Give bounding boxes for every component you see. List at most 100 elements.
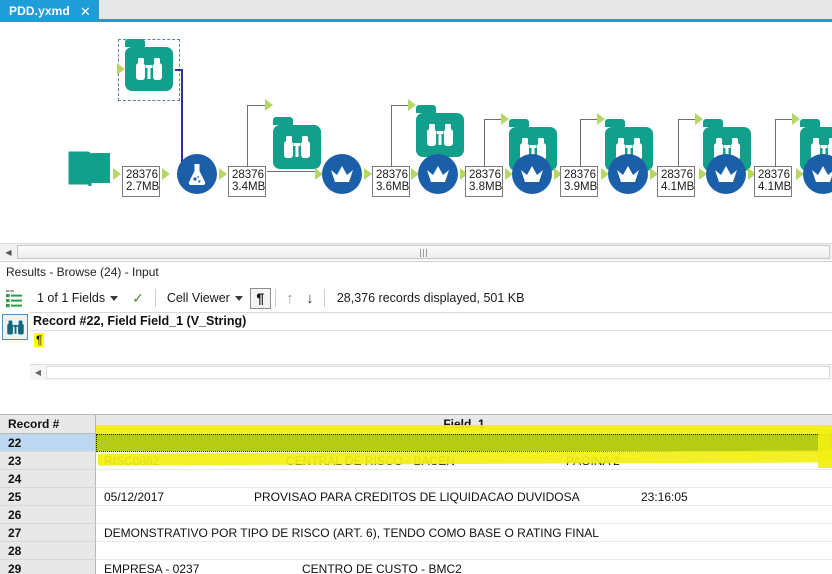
view-mode-dropdown[interactable]: Cell Viewer — [160, 286, 250, 310]
connection-wire-7b — [678, 119, 696, 120]
data-cleansing-tool-6[interactable] — [803, 154, 832, 194]
data-cleansing-tool-2[interactable] — [418, 154, 458, 194]
fields-dropdown[interactable]: 1 of 1 Fields — [30, 286, 125, 310]
scrollbar-grip[interactable] — [419, 249, 428, 257]
toolbar-divider — [154, 289, 156, 307]
workflow-tab[interactable]: PDD.yxmd ✕ — [0, 0, 99, 22]
results-panel-title: Results - Browse (24) - Input — [0, 262, 832, 282]
flask-icon — [188, 164, 206, 186]
connector-chevron-1 — [162, 168, 170, 180]
cell-text-segment: RISC0882 — [104, 453, 160, 468]
cleansing-icon — [715, 166, 737, 182]
cell-text-segment: PROVISAO PARA CREDITOS DE LIQUIDACAO DUV… — [254, 489, 580, 504]
browse-tool-2[interactable] — [273, 117, 321, 173]
results-browse-icon[interactable] — [2, 314, 28, 340]
row-record-number: 26 — [0, 506, 96, 524]
column-header-record[interactable]: Record # — [0, 415, 96, 433]
connection-wire-7 — [678, 119, 679, 167]
data-investigation-tool[interactable] — [177, 154, 217, 194]
scrollbar-track[interactable] — [17, 245, 830, 259]
workflow-canvas[interactable]: 28376 2.7MB 28376 3.4MB 28376 3.6MB 2837… — [0, 25, 832, 241]
row-record-number: 22 — [0, 434, 96, 452]
record-count-value: 28376 — [126, 169, 158, 181]
table-row[interactable]: 29 EMPRESA - 0237 CENTRO DE CUSTO - BMC2 — [0, 560, 832, 574]
workflow-tab-label: PDD.yxmd — [9, 4, 70, 18]
results-grid[interactable]: Record # Field_1 22 23 RISC0882 CENTRAL DE … — [0, 414, 832, 574]
cell-text-segment: CENTRO DE CUSTO - BMC2 — [302, 561, 462, 574]
record-size-value: 3.9MB — [564, 181, 598, 193]
results-toolbar: 1 of 1 Fields ✓ Cell Viewer ¶ ↑ ↓ 28,376… — [30, 284, 832, 312]
view-mode-label: Cell Viewer — [166, 291, 230, 305]
results-panel: Results - Browse (24) - Input 1 of 1 Fie… — [0, 261, 832, 574]
data-cleansing-tool-4[interactable] — [608, 154, 648, 194]
data-cleansing-tool-3[interactable] — [512, 154, 552, 194]
table-row[interactable]: 24 — [0, 470, 832, 488]
input-data-tool[interactable] — [68, 147, 112, 192]
browse-tool-selected[interactable] — [125, 39, 173, 95]
table-row[interactable]: 27 DEMONSTRATIVO POR TIPO DE RISCO (ART. … — [0, 524, 832, 542]
binoculars-icon — [284, 136, 310, 158]
connection-wire-4 — [391, 105, 392, 167]
connection-wire-5b — [484, 119, 502, 120]
toolbar-divider — [323, 289, 325, 307]
toolbar-divider — [274, 289, 276, 307]
connector-chevron-browse-3 — [408, 99, 416, 111]
book-icon — [68, 151, 110, 187]
cell-text-segment: 23:16:05 — [641, 489, 688, 504]
record-size-value: 3.4MB — [232, 181, 266, 193]
row-field1-cell[interactable]: RISC0882 CENTRAL DE RISCO - BACEN PAGINA 2 — [96, 452, 832, 470]
check-icon: ✓ — [132, 290, 144, 306]
connection-wire-3 — [267, 171, 317, 172]
row-field1-cell[interactable]: 05/12/2017 PROVISAO PARA CREDITOS DE LIQU… — [96, 488, 832, 506]
row-record-number: 23 — [0, 452, 96, 470]
cleansing-icon — [427, 166, 449, 182]
show-formatting-marks-button[interactable]: ¶ — [249, 287, 271, 309]
next-record-button[interactable]: ↓ — [300, 287, 320, 309]
connector-chevron-browse-6 — [695, 113, 703, 125]
cell-viewer-scrollbar[interactable]: ◀ — [30, 364, 832, 380]
results-list-icon[interactable] — [2, 286, 28, 312]
apply-fields-button[interactable]: ✓ — [125, 286, 151, 310]
row-field1-cell[interactable] — [96, 506, 832, 524]
connector-chevron-browse-5 — [597, 113, 605, 125]
data-cleansing-tool-1[interactable] — [322, 154, 362, 194]
table-row[interactable]: 25 05/12/2017 PROVISAO PARA CREDITOS DE LI… — [0, 488, 832, 506]
table-row[interactable]: 28 — [0, 542, 832, 560]
scrollbar-track[interactable] — [46, 366, 830, 379]
cell-viewer-value: ¶ — [34, 333, 45, 347]
data-cleansing-tool-5[interactable] — [706, 154, 746, 194]
binoculars-icon — [6, 320, 24, 334]
row-record-number: 28 — [0, 542, 96, 560]
row-record-number: 24 — [0, 470, 96, 488]
scroll-left-icon[interactable]: ◀ — [30, 368, 46, 377]
cell-text-segment: 05/12/2017 — [104, 489, 165, 504]
row-record-number: 29 — [0, 560, 96, 574]
record-count-value: 28376 — [564, 169, 596, 181]
cell-viewer-body[interactable]: ¶ — [30, 330, 832, 364]
connection-wire-6b — [580, 119, 598, 120]
connection-wire-8b — [775, 119, 793, 120]
close-icon[interactable]: ✕ — [80, 5, 91, 18]
row-field1-cell[interactable] — [96, 470, 832, 488]
row-field1-cell[interactable] — [96, 542, 832, 560]
connector-chevron-browse-4 — [501, 113, 509, 125]
binoculars-icon — [427, 124, 453, 146]
row-field1-cell[interactable] — [96, 434, 832, 452]
record-count-label-6: 28376 4.1MB — [657, 166, 695, 197]
column-header-field1[interactable]: Field_1 — [96, 415, 832, 433]
cleansing-icon — [521, 166, 543, 182]
table-row[interactable]: 26 — [0, 506, 832, 524]
table-row[interactable]: 22 — [0, 434, 832, 452]
row-field1-cell[interactable]: EMPRESA - 0237 CENTRO DE CUSTO - BMC2 — [96, 560, 832, 574]
connector-chevron-4 — [364, 168, 372, 180]
table-row[interactable]: 23 RISC0882 CENTRAL DE RISCO - BACEN PAGINA… — [0, 452, 832, 470]
cleansing-icon — [617, 166, 639, 182]
scroll-left-icon[interactable]: ◀ — [0, 244, 17, 260]
record-size-value: 4.1MB — [758, 181, 792, 193]
cleansing-icon — [331, 166, 353, 182]
previous-record-button[interactable]: ↑ — [280, 287, 300, 309]
row-field1-cell[interactable]: DEMONSTRATIVO POR TIPO DE RISCO (ART. 6)… — [96, 524, 832, 542]
connection-wire-highlighted-elbow — [175, 69, 183, 71]
connection-wire-4b — [391, 105, 409, 106]
canvas-horizontal-scrollbar[interactable]: ◀ — [0, 243, 832, 260]
